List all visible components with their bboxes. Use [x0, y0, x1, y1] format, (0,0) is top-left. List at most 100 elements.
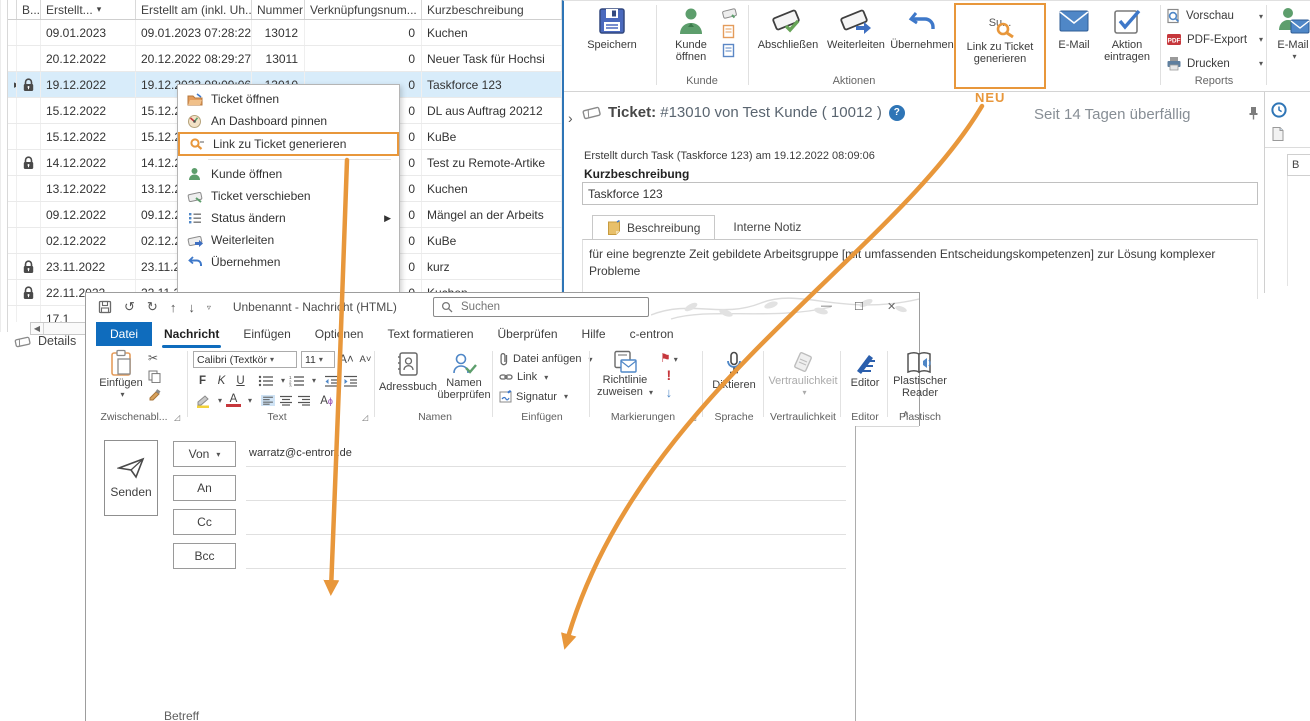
dropdown-icon[interactable]: ▾: [1292, 51, 1296, 63]
save-quickaccess-icon[interactable]: [98, 300, 112, 314]
table-row[interactable]: ▸ 20.12.2022 20.12.2022 08:29:27 13011 0…: [8, 46, 562, 72]
grow-font-icon[interactable]: A˄: [339, 352, 354, 367]
redo-icon[interactable]: ↻: [147, 299, 158, 315]
font-size-select[interactable]: 11▾: [301, 351, 335, 368]
tab-beschreibung[interactable]: Beschreibung: [592, 215, 715, 239]
von-field-line[interactable]: [246, 466, 846, 467]
ticket-small-icon[interactable]: [722, 7, 737, 20]
col-header-lock[interactable]: B...: [17, 0, 41, 19]
editor-button[interactable]: Editor: [844, 351, 886, 389]
menu-item-weiterleiten[interactable]: Weiterleiten: [178, 229, 399, 251]
col-header-verknuepfung[interactable]: Verknüpfungsnum...: [305, 0, 422, 19]
move-down-icon[interactable]: ↓: [188, 300, 195, 315]
increase-indent-icon[interactable]: [343, 375, 358, 387]
col-header-nummer[interactable]: Nummer: [252, 0, 305, 19]
plastischer-reader-button[interactable]: Plastischer Reader: [892, 351, 948, 399]
align-center-icon[interactable]: [279, 395, 293, 406]
diktieren-button[interactable]: Diktieren: [708, 351, 760, 391]
search-box[interactable]: [433, 297, 649, 317]
an-button[interactable]: An: [173, 475, 236, 501]
richtlinie-zuweisen-button[interactable]: Richtlinie zuweisen ▾: [596, 350, 654, 399]
move-up-icon[interactable]: ↑: [170, 300, 177, 315]
shrink-font-icon[interactable]: A˅: [358, 352, 373, 367]
tab-datei[interactable]: Datei: [96, 322, 152, 346]
pin-icon[interactable]: [1248, 106, 1259, 120]
copy-icon[interactable]: [148, 370, 161, 383]
bcc-field-line[interactable]: [246, 568, 846, 569]
quickaccess-overflow-icon[interactable]: ▿: [207, 303, 211, 312]
menu-item-status-aendern[interactable]: Status ändern ▶: [178, 207, 399, 229]
tab-hilfe[interactable]: Hilfe: [570, 322, 618, 346]
document-icon[interactable]: [1271, 126, 1285, 142]
tab-c-entron[interactable]: c-entron: [618, 322, 686, 346]
cc-button[interactable]: Cc: [173, 509, 236, 535]
dialog-launcher-icon[interactable]: ◿: [174, 413, 180, 422]
senden-button[interactable]: Senden: [104, 440, 158, 516]
tab-ueberpruefen[interactable]: Überprüfen: [486, 322, 570, 346]
scroll-left-icon[interactable]: ◀: [31, 323, 44, 334]
betreff-label[interactable]: Betreff: [164, 709, 199, 721]
menu-item-kunde-oeffnen[interactable]: Kunde öffnen: [178, 163, 399, 185]
an-field-line[interactable]: [246, 500, 846, 501]
bull-list-icon[interactable]: [258, 375, 274, 387]
cut-icon[interactable]: ✂: [148, 351, 161, 365]
adressbuch-button[interactable]: Adressbuch: [380, 351, 436, 393]
signatur-button[interactable]: Signatur▾: [499, 390, 568, 403]
col-header-erstellt[interactable]: Erstellt...▾: [41, 0, 136, 19]
dialog-launcher-icon[interactable]: ◿: [362, 413, 368, 422]
collapse-panel-chevron[interactable]: ›: [568, 110, 573, 126]
paste-button[interactable]: Einfügen▾: [98, 349, 144, 401]
close-icon[interactable]: ✕: [887, 300, 896, 313]
cc-field-line[interactable]: [246, 534, 846, 535]
font-color-icon[interactable]: A: [226, 394, 241, 407]
menu-item-link-zu-ticket-generieren[interactable]: Link zu Ticket generieren: [178, 132, 399, 156]
num-list-icon[interactable]: 123: [289, 375, 305, 387]
blue-doc-icon[interactable]: [722, 43, 735, 58]
italic-button[interactable]: K: [214, 373, 229, 388]
align-right-icon[interactable]: [297, 395, 311, 406]
align-left-icon[interactable]: [261, 395, 275, 406]
pdf-export-button[interactable]: PDF PDF-Export▾: [1166, 32, 1247, 47]
col-header-erstellt-am[interactable]: Erstellt am (inkl. Uh...: [136, 0, 252, 19]
flag-icon[interactable]: ⚑▾: [660, 351, 678, 365]
dropdown-icon[interactable]: ▾: [1259, 12, 1263, 21]
low-importance-icon[interactable]: ↓: [666, 385, 673, 400]
maximize-icon[interactable]: ☐: [854, 300, 864, 313]
von-button[interactable]: Von▾: [173, 441, 236, 467]
decrease-indent-icon[interactable]: [324, 375, 339, 387]
tab-optionen[interactable]: Optionen: [303, 322, 376, 346]
datei-anfuegen-button[interactable]: Datei anfügen▾: [499, 352, 593, 366]
dialog-launcher-icon[interactable]: ◿: [690, 413, 696, 422]
tab-einfuegen[interactable]: Einfügen: [231, 322, 302, 346]
table-row[interactable]: ▸ 09.01.2023 09.01.2023 07:28:22 13012 0…: [8, 20, 562, 46]
bcc-button[interactable]: Bcc: [173, 543, 236, 569]
link-zu-ticket-generieren-ribbon-button[interactable]: Su... Link zu Ticket generieren: [954, 3, 1046, 89]
minimize-icon[interactable]: —: [821, 300, 832, 312]
styles-icon[interactable]: Aɸ: [319, 393, 334, 408]
col-header-kurzbeschreibung[interactable]: Kurzbeschreibung: [422, 0, 562, 19]
aktion-eintragen-button[interactable]: Aktion eintragen: [1098, 3, 1156, 89]
dropdown-icon[interactable]: ▾: [1259, 59, 1263, 68]
importance-icon[interactable]: !: [667, 367, 672, 383]
dropdown-icon[interactable]: ▾: [1259, 35, 1263, 44]
menu-item-uebernehmen[interactable]: Übernehmen: [178, 251, 399, 273]
vorschau-button[interactable]: Vorschau▾: [1166, 8, 1234, 24]
namen-ueberpruefen-button[interactable]: Namen überprüfen: [438, 351, 490, 401]
link-button[interactable]: Link▾: [499, 371, 548, 383]
menu-item-an-dashboard-pinnen[interactable]: An Dashboard pinnen: [178, 110, 399, 132]
tab-text-formatieren[interactable]: Text formatieren: [375, 322, 485, 346]
orange-doc-icon[interactable]: [722, 24, 735, 39]
email-button[interactable]: E-Mail: [1052, 3, 1096, 89]
tab-nachricht[interactable]: Nachricht: [152, 322, 231, 346]
speichern-button[interactable]: Speichern: [572, 3, 652, 89]
details-section[interactable]: Details: [14, 334, 76, 348]
bold-button[interactable]: F: [195, 373, 210, 388]
tab-interne-notiz[interactable]: Interne Notiz: [715, 215, 819, 239]
undo-icon[interactable]: ↺: [124, 299, 135, 315]
menu-item-ticket-oeffnen[interactable]: Ticket öffnen: [178, 88, 399, 110]
email-reports-button[interactable]: E-Mail ▾: [1270, 3, 1310, 89]
format-painter-icon[interactable]: [148, 388, 161, 401]
beschreibung-text[interactable]: für eine begrenzte Zeit gebildete Arbeit…: [582, 239, 1258, 299]
font-name-select[interactable]: Calibri (Textkör▾: [193, 351, 297, 368]
menu-item-ticket-verschieben[interactable]: Ticket verschieben: [178, 185, 399, 207]
